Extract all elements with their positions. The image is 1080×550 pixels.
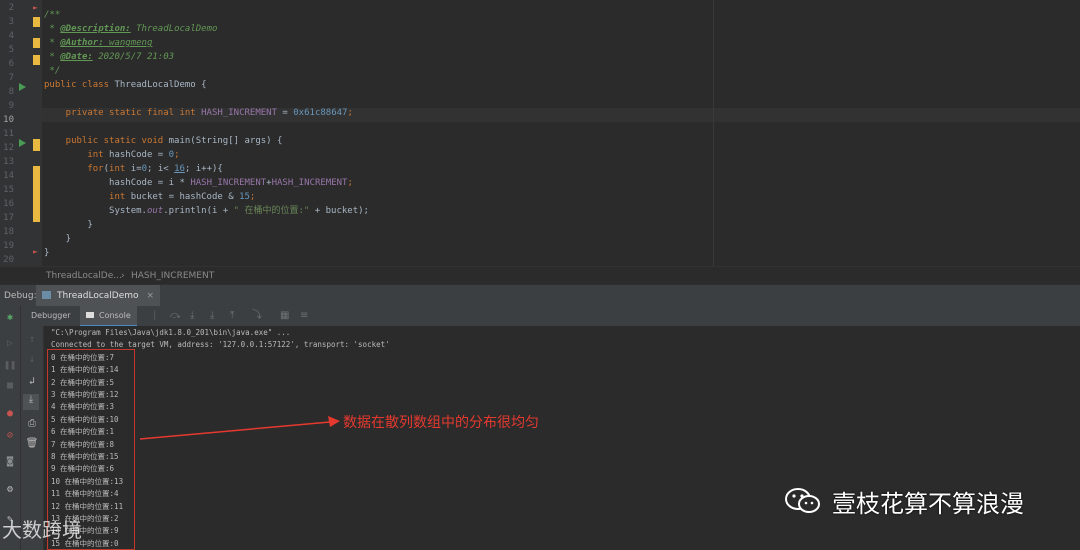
watermark-site: 大数跨境 <box>2 518 82 542</box>
annotation-text: 数据在散列数组中的分布很均匀 <box>343 415 539 431</box>
watermark-account: 壹枝花算不算浪漫 <box>832 490 1024 518</box>
wechat-icon <box>785 488 820 513</box>
annotation-arrow <box>139 416 340 440</box>
